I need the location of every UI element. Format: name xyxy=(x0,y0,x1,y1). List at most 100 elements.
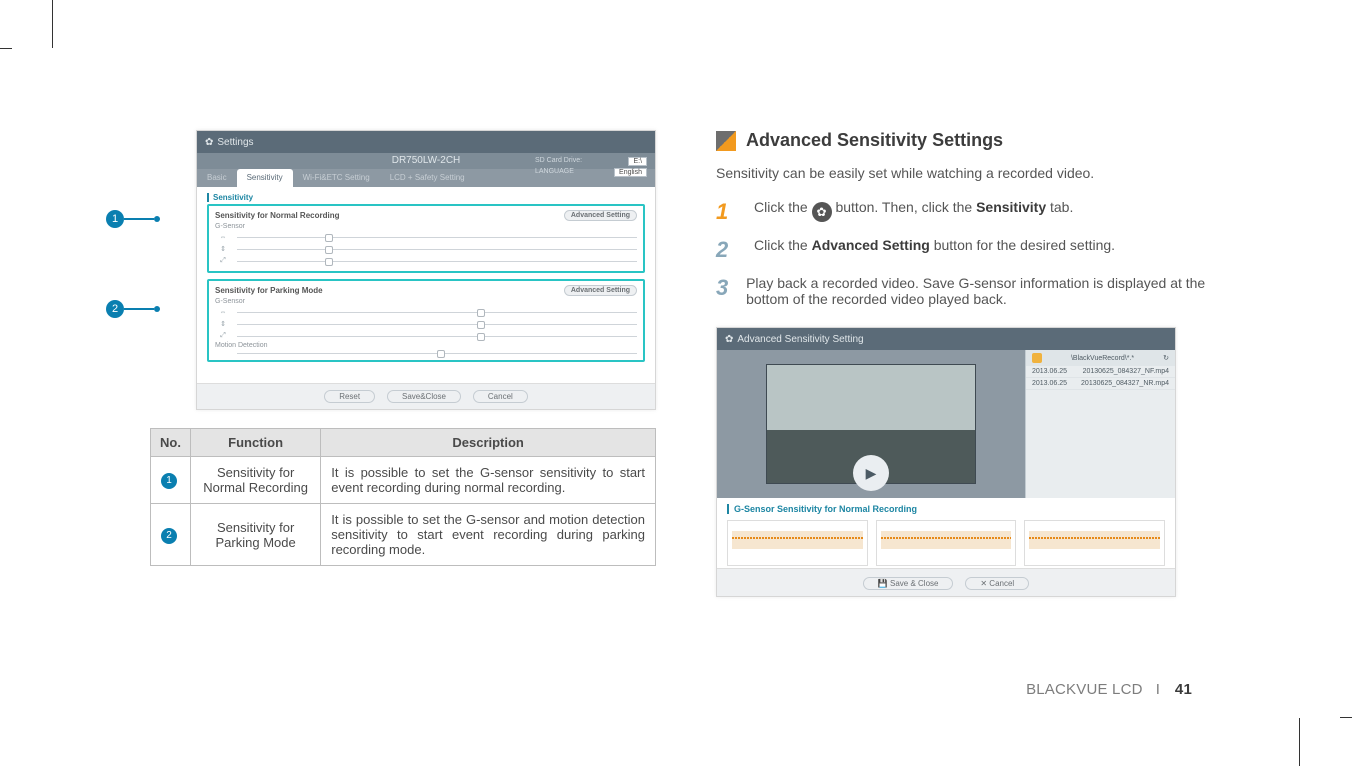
axis-y-icon: ⇕ xyxy=(215,320,231,328)
cancel-button[interactable]: Cancel xyxy=(473,390,528,403)
row-dot-2: 2 xyxy=(161,528,177,544)
axis-x-icon: ⇔ xyxy=(215,234,231,241)
settings-side-selects: SD Card Drive: E:\ LANGUAGE English xyxy=(535,157,647,179)
slider-x[interactable] xyxy=(237,237,637,238)
group-normal-recording: Sensitivity for Normal Recording Advance… xyxy=(207,204,645,273)
language-label: LANGUAGE xyxy=(535,168,574,177)
step-num-1: 1 xyxy=(716,199,738,225)
reset-button[interactable]: Reset xyxy=(324,390,375,403)
section-icon xyxy=(716,131,736,151)
file-row[interactable]: 2013.06.25 20130625_084327_NF.mp4 xyxy=(1026,366,1175,378)
group1-advanced-button[interactable]: Advanced Setting xyxy=(564,210,637,221)
left-column: 1 2 ✿ Settings DR750LW-2CH SD Card Drive… xyxy=(150,130,656,597)
function-table: No. Function Description 1 Sensitivity f… xyxy=(150,428,656,566)
slider-parking-z[interactable] xyxy=(237,336,637,337)
tab-lcd-safety[interactable]: LCD + Safety Setting xyxy=(380,169,475,187)
gear-icon: ✿ xyxy=(205,137,213,148)
tab-basic[interactable]: Basic xyxy=(197,169,237,187)
save-close-button[interactable]: Save&Close xyxy=(387,390,461,403)
right-column: Advanced Sensitivity Settings Sensitivit… xyxy=(716,130,1210,597)
gsensor-graph-y xyxy=(876,520,1017,566)
crop-mark xyxy=(52,0,53,48)
gear-icon: ✿ xyxy=(725,334,733,345)
folder-icon xyxy=(1032,353,1042,363)
settings-footer-buttons: Reset Save&Close Cancel xyxy=(197,386,655,403)
adv-save-button[interactable]: 💾 Save & Close xyxy=(863,577,954,590)
adv-footer-buttons: 💾 Save & Close ✕ Cancel xyxy=(717,573,1175,590)
settings-titlebar: ✿ Settings xyxy=(197,131,655,153)
step-num-2: 2 xyxy=(716,237,738,263)
crop-mark xyxy=(1340,717,1352,718)
axis-z-icon: ⤢ xyxy=(215,257,231,265)
step-3: 3 Play back a recorded video. Save G-sen… xyxy=(716,275,1210,307)
th-description: Description xyxy=(321,429,656,457)
play-icon[interactable]: ▶ xyxy=(853,455,889,491)
th-function: Function xyxy=(191,429,321,457)
callout-2: 2 xyxy=(106,300,160,318)
gsensor-graph-x xyxy=(727,520,868,566)
slider-z[interactable] xyxy=(237,261,637,262)
group2-sub: G-Sensor xyxy=(215,298,637,305)
group-parking-mode: Sensitivity for Parking Mode Advanced Se… xyxy=(207,279,645,362)
step-1: 1 Click the ✿ button. Then, click the Se… xyxy=(716,199,1210,225)
tab-sensitivity[interactable]: Sensitivity xyxy=(237,169,293,187)
step-num-3: 3 xyxy=(716,275,730,307)
row-func-1: Sensitivity for Normal Recording xyxy=(191,457,321,504)
slider-parking-y[interactable] xyxy=(237,324,637,325)
table-row: 1 Sensitivity for Normal Recording It is… xyxy=(151,457,656,504)
th-no: No. xyxy=(151,429,191,457)
crop-mark xyxy=(0,48,12,49)
tab-wifi[interactable]: Wi-Fi&ETC Setting xyxy=(293,169,380,187)
adv-title: Advanced Sensitivity Setting xyxy=(737,334,863,345)
file-row[interactable]: 2013.06.25 20130625_084327_NR.mp4 xyxy=(1026,378,1175,390)
language-select[interactable]: English xyxy=(614,168,647,177)
gear-icon: ✿ xyxy=(812,202,832,222)
section-heading: Advanced Sensitivity Settings xyxy=(746,130,1003,151)
group2-advanced-button[interactable]: Advanced Setting xyxy=(564,285,637,296)
table-row: 2 Sensitivity for Parking Mode It is pos… xyxy=(151,504,656,566)
axis-z-icon: ⤢ xyxy=(215,332,231,340)
slider-parking-x[interactable] xyxy=(237,312,637,313)
step-2-text: Click the Advanced Setting button for th… xyxy=(754,237,1115,263)
group2-title: Sensitivity for Parking Mode xyxy=(215,286,323,295)
group1-sub: G-Sensor xyxy=(215,223,637,230)
callout-1: 1 xyxy=(106,210,160,228)
axis-x-icon: ⇔ xyxy=(215,309,231,316)
step-1-text: Click the ✿ button. Then, click the Sens… xyxy=(754,199,1073,225)
page-footer: BLACKVUE LCD I 41 xyxy=(1026,681,1192,698)
step-3-text: Play back a recorded video. Save G-senso… xyxy=(746,275,1210,307)
callout-dot-1: 1 xyxy=(106,210,124,228)
footer-brand: BLACKVUE LCD xyxy=(1026,681,1143,698)
motion-detection-label: Motion Detection xyxy=(215,342,637,349)
gsensor-graph-z xyxy=(1024,520,1165,566)
refresh-icon[interactable]: ↻ xyxy=(1163,354,1169,362)
settings-screenshot: ✿ Settings DR750LW-2CH SD Card Drive: E:… xyxy=(196,130,656,410)
row-func-2: Sensitivity for Parking Mode xyxy=(191,504,321,566)
axis-y-icon: ⇕ xyxy=(215,245,231,253)
adv-cancel-button[interactable]: ✕ Cancel xyxy=(965,577,1029,590)
drive-select[interactable]: E:\ xyxy=(628,157,647,166)
step-2: 2 Click the Advanced Setting button for … xyxy=(716,237,1210,263)
adv-titlebar: ✿ Advanced Sensitivity Setting xyxy=(717,328,1175,350)
group1-title: Sensitivity for Normal Recording xyxy=(215,211,339,220)
file-list: \BlackVueRecord\*.* ↻ 2013.06.25 2013062… xyxy=(1025,350,1175,498)
close-icon: ✕ xyxy=(980,579,987,588)
drive-label: SD Card Drive: xyxy=(535,157,582,166)
section-intro: Sensitivity can be easily set while watc… xyxy=(716,165,1210,181)
file-head-path: \BlackVueRecord\*.* xyxy=(1071,355,1134,362)
crop-mark xyxy=(1299,718,1300,766)
slider-motion[interactable] xyxy=(237,353,637,354)
callout-dot-2: 2 xyxy=(106,300,124,318)
sensitivity-section-title: Sensitivity xyxy=(207,193,645,202)
row-desc-2: It is possible to set the G-sensor and m… xyxy=(321,504,656,566)
row-desc-1: It is possible to set the G-sensor sensi… xyxy=(321,457,656,504)
steps-list: 1 Click the ✿ button. Then, click the Se… xyxy=(716,199,1210,307)
gsensor-title: G-Sensor Sensitivity for Normal Recordin… xyxy=(727,504,1165,514)
video-player[interactable]: ▶ xyxy=(717,350,1025,498)
slider-y[interactable] xyxy=(237,249,637,250)
video-preview: ▶ xyxy=(766,364,976,484)
row-dot-1: 1 xyxy=(161,473,177,489)
save-icon: 💾 xyxy=(878,579,888,588)
page-number: 41 xyxy=(1175,681,1192,698)
settings-title: Settings xyxy=(217,137,253,148)
